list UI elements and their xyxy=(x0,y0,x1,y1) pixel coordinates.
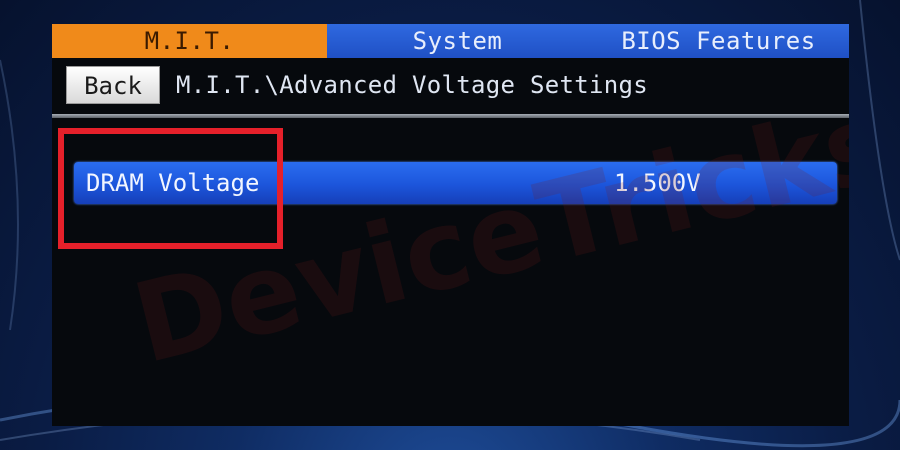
header-divider xyxy=(52,114,849,118)
tab-mit[interactable]: M.I.T. xyxy=(52,24,327,58)
tab-bar: M.I.T. System BIOS Features xyxy=(52,24,849,58)
tab-system[interactable]: System xyxy=(327,24,588,58)
breadcrumb: M.I.T.\Advanced Voltage Settings xyxy=(176,71,648,99)
bios-screen: M.I.T. System BIOS Features Back M.I.T.\… xyxy=(52,24,849,426)
setting-value[interactable]: 1.500V xyxy=(614,162,701,204)
back-button[interactable]: Back xyxy=(66,66,160,104)
highlight-annotation-box xyxy=(58,128,283,249)
tab-bios-features[interactable]: BIOS Features xyxy=(588,24,849,58)
